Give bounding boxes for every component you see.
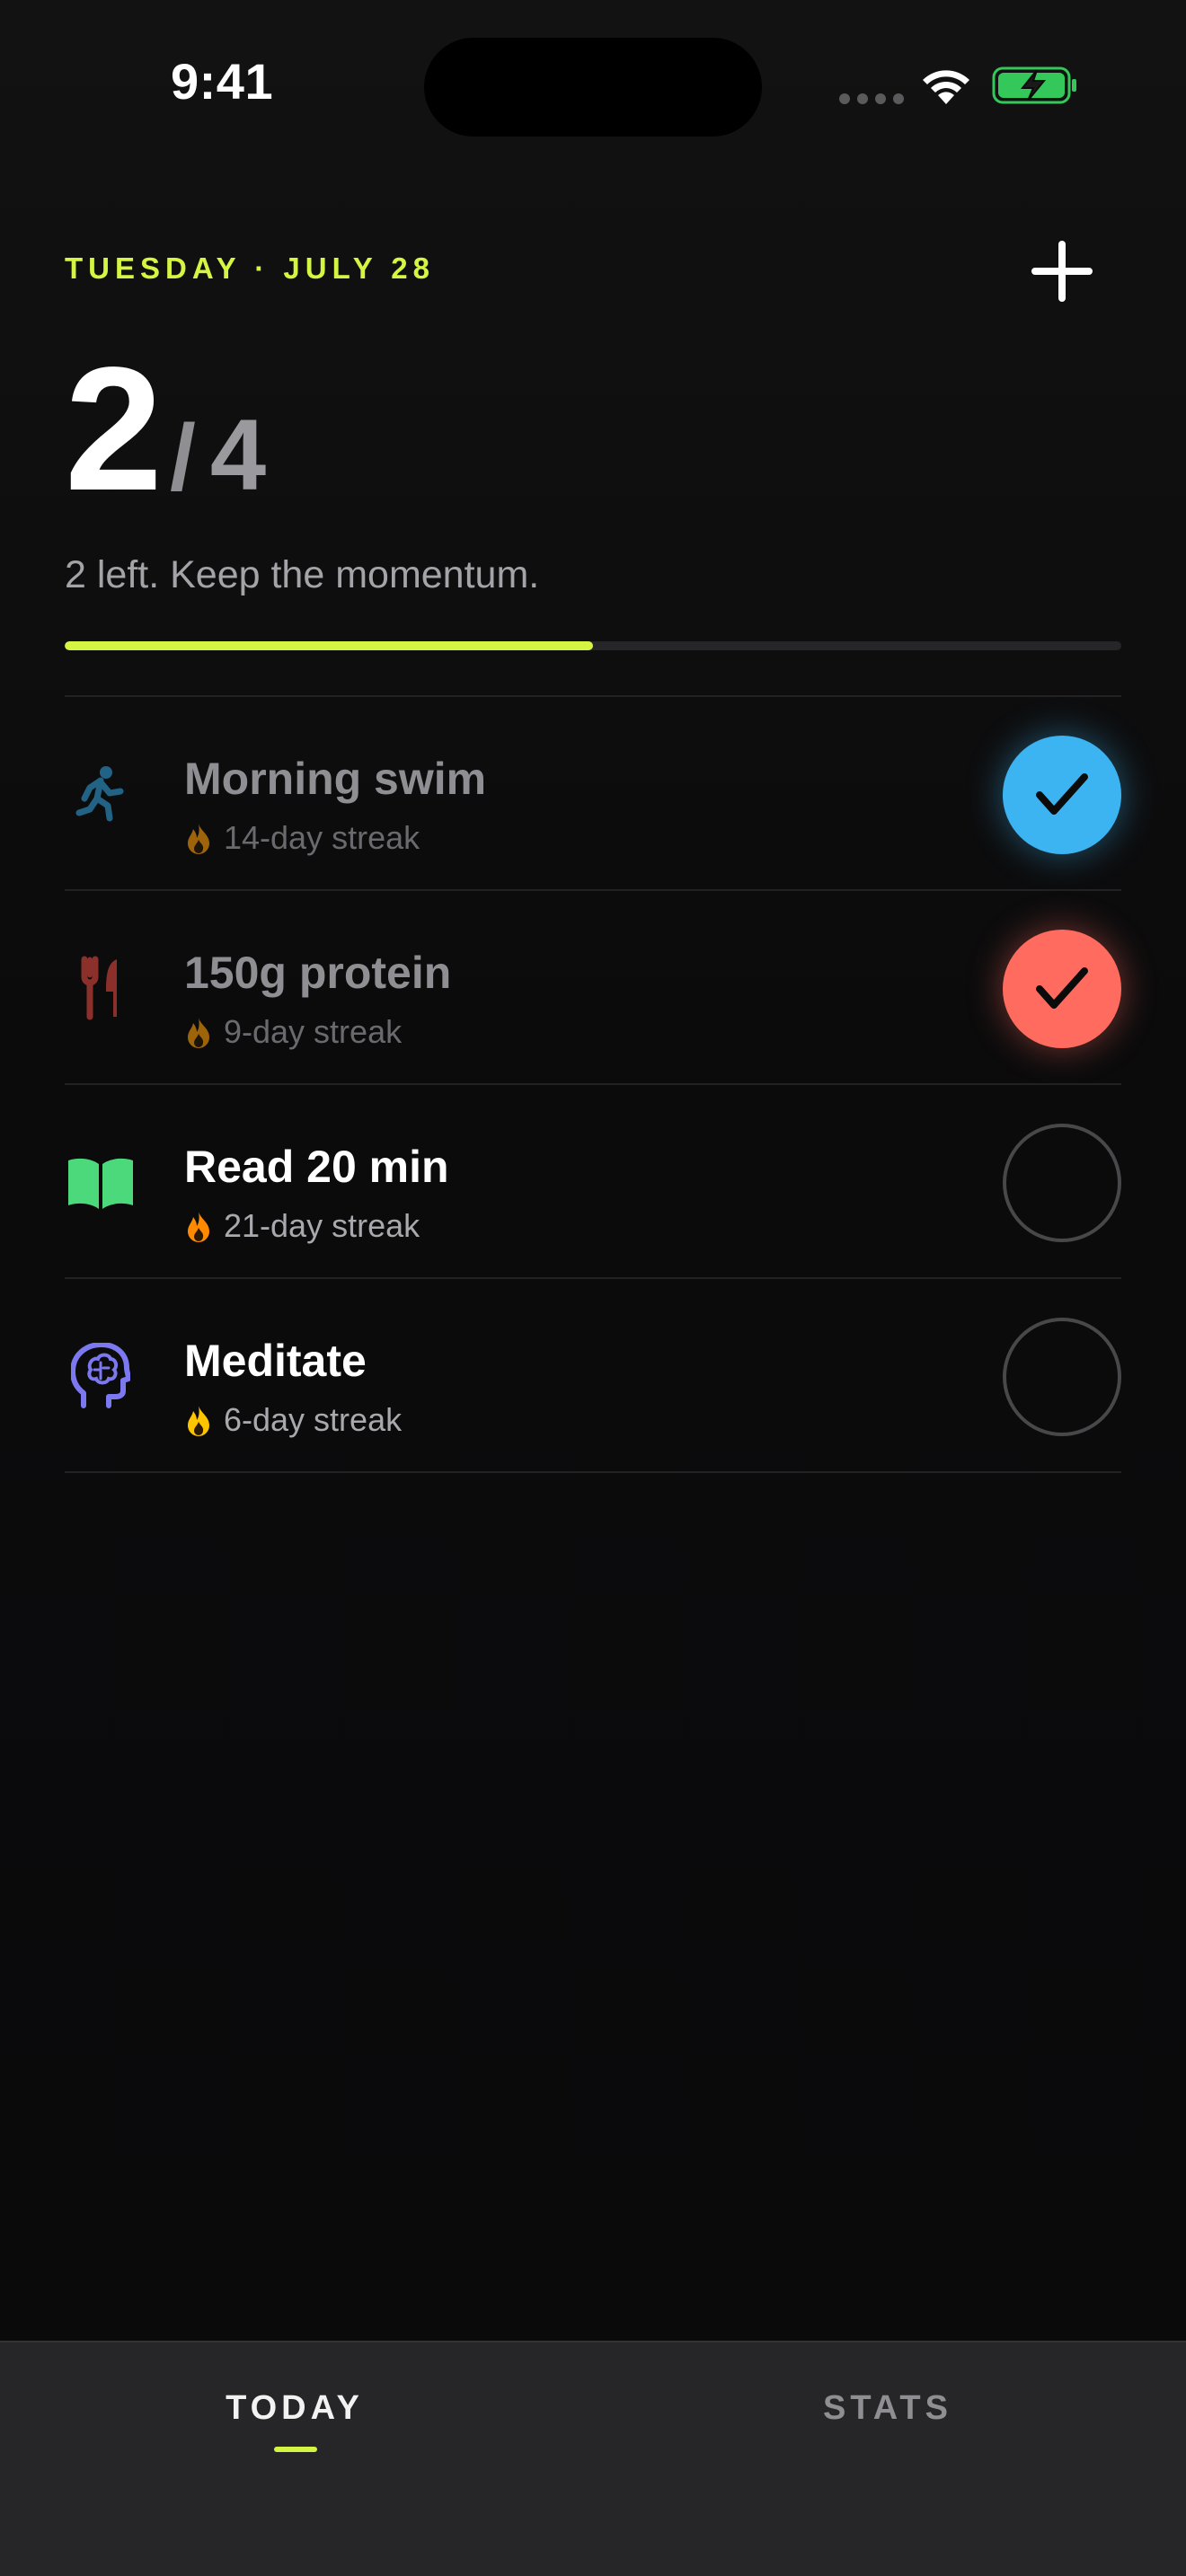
habit-row-meditate[interactable]: Meditate 6-day streak [65, 1279, 1121, 1473]
count-separator: / [170, 406, 196, 510]
progress-message: 2 left. Keep the momentum. [65, 553, 540, 596]
open-book-icon [65, 1146, 137, 1218]
completion-toggle[interactable] [1003, 736, 1121, 854]
tab-label: TODAY [226, 2389, 364, 2427]
tab-bar: TODAY STATS [0, 2341, 1186, 2576]
streak-label: 9-day streak [224, 1013, 403, 1050]
habit-name: 150g protein [184, 948, 452, 998]
tab-today[interactable]: TODAY [160, 2389, 429, 2452]
running-person-icon [65, 758, 137, 830]
battery-charging-icon [992, 66, 1076, 104]
progress-count: 2 / 4 [65, 341, 266, 517]
habit-name: Meditate [184, 1336, 367, 1386]
flame-icon [188, 1018, 209, 1048]
checkmark-icon [1036, 967, 1088, 1009]
progress-bar [65, 641, 1121, 650]
habit-name: Read 20 min [184, 1142, 449, 1192]
streak-label: 21-day streak [224, 1207, 420, 1244]
habit-tracker-screen: 9:41 TUESDAY · JULY 28 2 / 4 2 left. Kee… [0, 0, 1186, 2576]
dynamic-island [424, 38, 762, 137]
habit-name: Morning swim [184, 754, 487, 804]
total-count: 4 [209, 399, 267, 511]
flame-icon [188, 1212, 209, 1242]
flame-icon [188, 1406, 209, 1436]
completed-count: 2 [65, 331, 163, 527]
tab-label: STATS [823, 2389, 952, 2427]
habit-row-protein[interactable]: 150g protein 9-day streak [65, 891, 1121, 1085]
habit-streak: 14-day streak [184, 819, 420, 857]
completion-toggle[interactable] [1003, 930, 1121, 1048]
habit-row-morning-swim[interactable]: Morning swim 14-day streak [65, 697, 1121, 891]
wifi-icon [923, 70, 969, 104]
habit-streak: 6-day streak [184, 1401, 402, 1439]
fork-knife-icon [65, 952, 137, 1024]
tab-stats[interactable]: STATS [753, 2389, 1022, 2428]
flame-icon [188, 824, 209, 854]
add-habit-button[interactable] [1024, 234, 1100, 309]
habit-streak: 9-day streak [184, 1013, 402, 1051]
status-time: 9:41 [171, 53, 274, 110]
active-tab-indicator [274, 2447, 317, 2452]
completion-toggle[interactable] [1003, 1124, 1121, 1242]
date-label: TUESDAY · JULY 28 [65, 251, 435, 285]
progress-bar-fill [65, 641, 593, 650]
completion-toggle[interactable] [1003, 1318, 1121, 1436]
habit-row-read[interactable]: Read 20 min 21-day streak [65, 1085, 1121, 1279]
streak-label: 6-day streak [224, 1401, 403, 1438]
habit-streak: 21-day streak [184, 1207, 420, 1245]
habit-list: Morning swim 14-day streak 150g protein … [65, 695, 1121, 1473]
cellular-signal-icon [839, 93, 904, 104]
streak-label: 14-day streak [224, 819, 420, 856]
brain-head-icon [65, 1340, 137, 1412]
plus-icon [1031, 241, 1093, 302]
checkmark-icon [1036, 773, 1088, 815]
